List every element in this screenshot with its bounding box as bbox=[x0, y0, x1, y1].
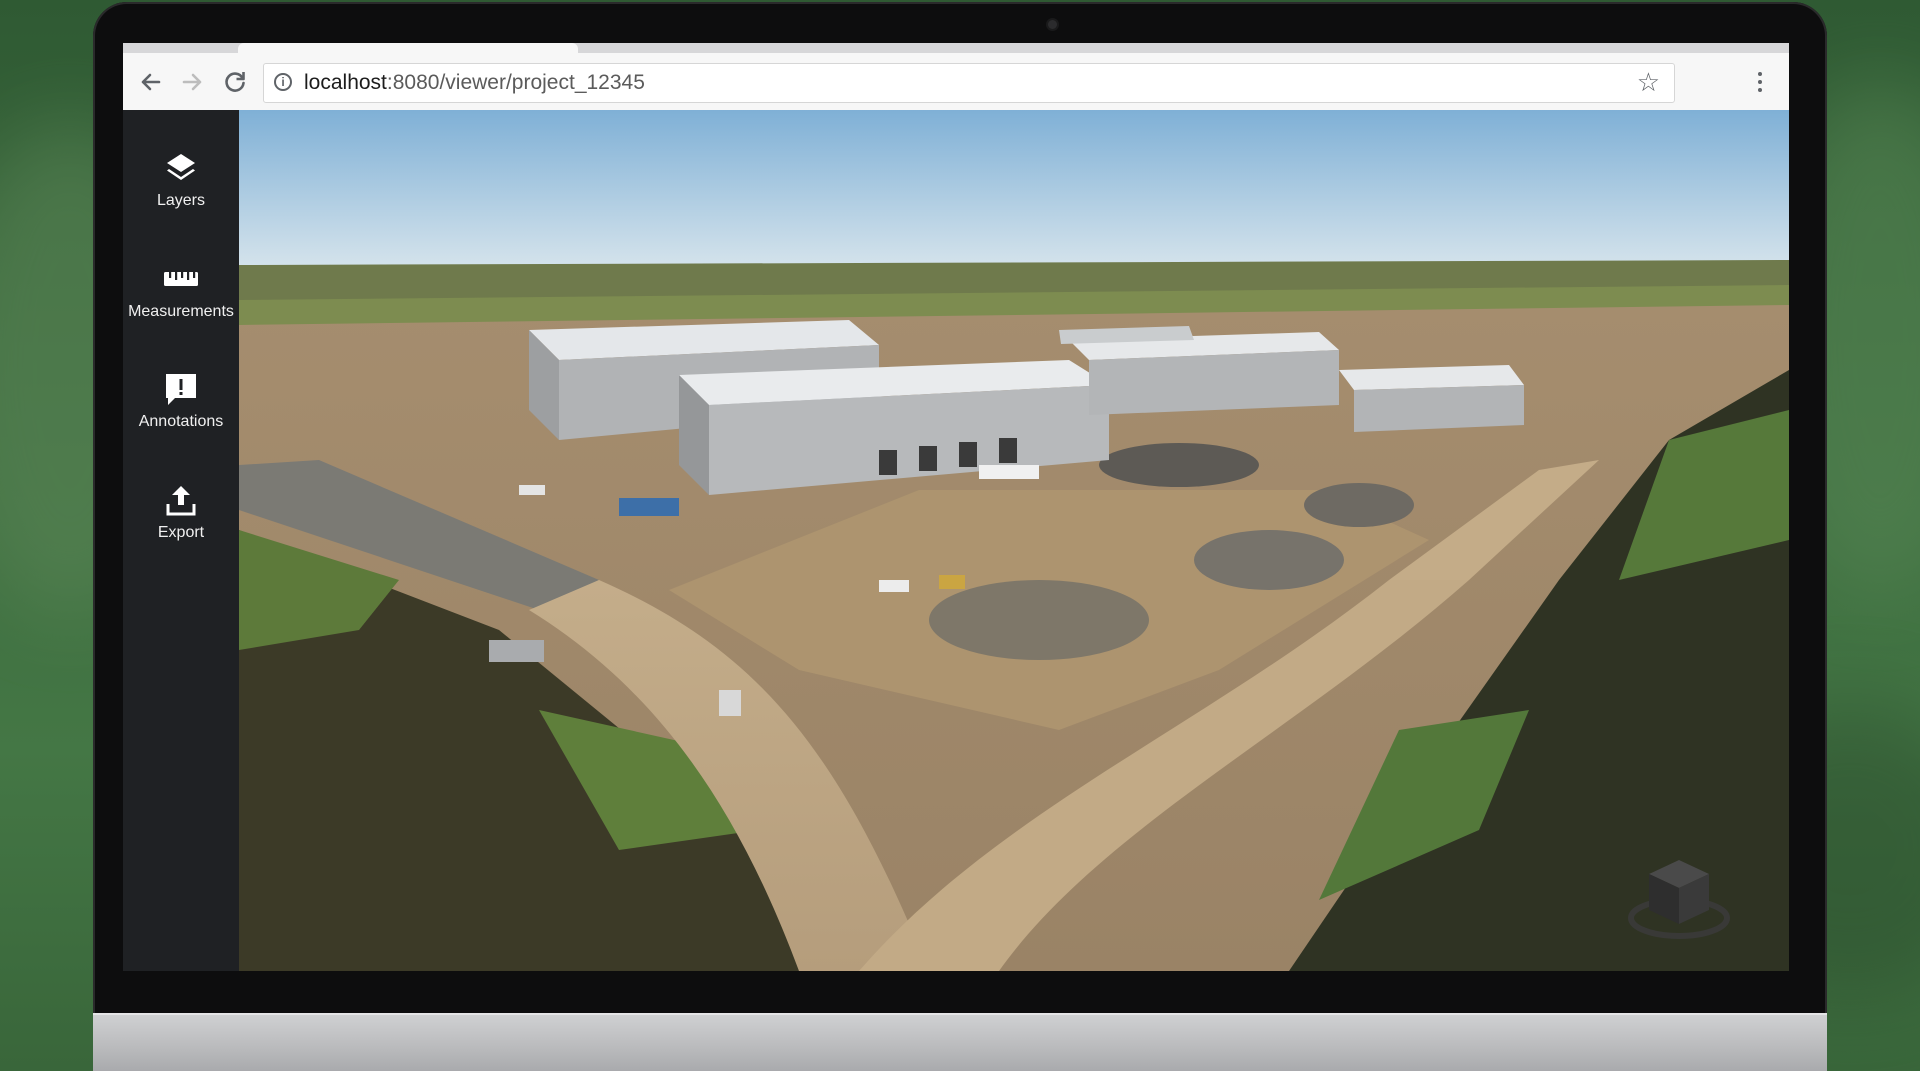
arrow-right-icon bbox=[182, 73, 202, 91]
viewer-app: Layers Measurements Annotations Export bbox=[123, 110, 1789, 971]
arrow-left-icon bbox=[141, 73, 161, 91]
warehouse bbox=[1069, 332, 1339, 415]
sidebar-item-annotations[interactable]: Annotations bbox=[123, 353, 239, 449]
ruler-icon bbox=[164, 272, 198, 286]
equipment bbox=[489, 640, 544, 662]
reload-icon bbox=[225, 72, 245, 92]
reload-button[interactable] bbox=[220, 67, 250, 97]
truck bbox=[979, 465, 1039, 479]
sidebar-item-export[interactable]: Export bbox=[123, 464, 239, 560]
sidebar-item-label: Annotations bbox=[138, 413, 224, 430]
3d-viewport[interactable] bbox=[239, 110, 1789, 971]
webcam bbox=[1048, 20, 1057, 29]
warehouse bbox=[1339, 365, 1524, 432]
gravel-pile bbox=[1194, 530, 1344, 590]
active-tab[interactable] bbox=[238, 43, 578, 53]
trailer bbox=[619, 498, 679, 516]
url-path: :8080/viewer/project_12345 bbox=[386, 71, 645, 94]
point-cloud-scene bbox=[239, 110, 1789, 971]
vehicle bbox=[519, 485, 545, 495]
export-icon bbox=[166, 486, 196, 516]
sidebar-item-label: Layers bbox=[156, 192, 206, 209]
layers-icon bbox=[167, 154, 195, 180]
sidebar-item-layers[interactable]: Layers bbox=[123, 132, 239, 228]
sidebar: Layers Measurements Annotations Export bbox=[123, 110, 239, 971]
screen: i localhost:8080/viewer/project_12345 ☆ … bbox=[123, 43, 1789, 971]
url-text[interactable]: localhost:8080/viewer/project_12345 bbox=[304, 71, 645, 95]
vehicle bbox=[879, 580, 909, 592]
gravel-pile bbox=[1304, 483, 1414, 527]
info-icon[interactable]: i bbox=[274, 73, 292, 91]
back-button[interactable] bbox=[135, 67, 165, 97]
url-host: localhost bbox=[304, 71, 387, 94]
sidebar-item-measurements[interactable]: Measurements bbox=[123, 243, 239, 339]
laptop-chin bbox=[93, 1015, 1827, 1071]
view-cube-icon[interactable] bbox=[1624, 840, 1734, 950]
more-vertical-icon[interactable] bbox=[1750, 67, 1770, 97]
address-bar[interactable]: i localhost:8080/viewer/project_12345 ☆ bbox=[263, 63, 1675, 103]
forward-button[interactable] bbox=[178, 67, 208, 97]
sky bbox=[239, 110, 1789, 270]
gravel-pile bbox=[1099, 443, 1259, 487]
loader bbox=[939, 575, 965, 589]
tab-strip bbox=[123, 43, 1789, 53]
equipment bbox=[719, 690, 741, 716]
star-icon[interactable]: ☆ bbox=[1637, 67, 1660, 98]
sidebar-item-label: Export bbox=[157, 524, 205, 541]
annotation-icon bbox=[166, 374, 196, 405]
gravel-pile bbox=[929, 580, 1149, 660]
browser-toolbar: i localhost:8080/viewer/project_12345 ☆ bbox=[123, 53, 1789, 111]
sidebar-item-label: Measurements bbox=[128, 303, 234, 320]
